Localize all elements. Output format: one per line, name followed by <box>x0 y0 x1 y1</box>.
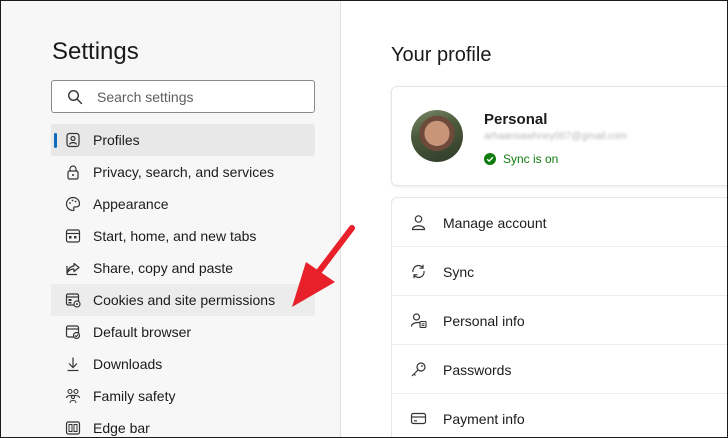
check-circle-icon <box>484 153 496 165</box>
profile-card: Personal arhaansawhney007@gmail.com Sync… <box>391 86 728 186</box>
payment-info-row[interactable]: Payment info <box>392 394 728 438</box>
card-icon <box>410 412 427 425</box>
sidebar-item-label: Share, copy and paste <box>93 260 234 276</box>
sidebar-item-label: Appearance <box>93 196 169 212</box>
menu-label: Passwords <box>443 362 512 378</box>
sidebar-item-label: Profiles <box>93 132 140 148</box>
profile-name: Personal <box>484 111 548 128</box>
search-icon <box>67 89 83 105</box>
sidebar-item-appearance[interactable]: Appearance <box>51 188 315 220</box>
sidebar-item-label: Family safety <box>93 388 176 404</box>
settings-nav: Profiles Privacy, search, and services A… <box>51 124 315 438</box>
lock-icon <box>67 165 79 180</box>
sidebar-item-label: Downloads <box>93 356 163 372</box>
profile-email: arhaansawhney007@gmail.com <box>484 131 628 142</box>
pane-divider <box>340 0 341 438</box>
menu-label: Payment info <box>443 411 525 427</box>
share-icon <box>66 262 80 276</box>
sync-status-text: Sync is on <box>503 152 559 166</box>
sidebar-item-label: Default browser <box>93 324 192 340</box>
sidebar-item-label: Privacy, search, and services <box>93 164 275 180</box>
browser-icon <box>65 325 81 340</box>
sidebar-item-privacy[interactable]: Privacy, search, and services <box>51 156 315 188</box>
key-icon <box>411 362 426 377</box>
profile-menu: Manage account Sync Personal info Passwo… <box>391 197 728 438</box>
sidebar-item-start-home-tabs[interactable]: Start, home, and new tabs <box>51 220 315 252</box>
menu-label: Sync <box>443 264 475 280</box>
edge-bar-icon <box>65 421 81 435</box>
personal-info-icon <box>410 313 427 329</box>
sidebar-item-profiles[interactable]: Profiles <box>51 124 315 156</box>
start-tabs-icon <box>65 229 81 243</box>
sidebar-item-share-copy-paste[interactable]: Share, copy and paste <box>51 252 315 284</box>
profiles-icon <box>66 132 80 148</box>
menu-label: Manage account <box>443 215 547 231</box>
cookies-icon <box>65 293 81 308</box>
sidebar-item-edge-bar[interactable]: Edge bar <box>51 412 315 438</box>
sidebar-item-label: Start, home, and new tabs <box>93 228 257 244</box>
passwords-row[interactable]: Passwords <box>392 345 728 394</box>
sidebar-item-label: Cookies and site permissions <box>93 292 276 308</box>
sidebar-item-default-browser[interactable]: Default browser <box>51 316 315 348</box>
sidebar-item-cookies-site-permissions[interactable]: Cookies and site permissions <box>51 284 315 316</box>
personal-info-row[interactable]: Personal info <box>392 296 728 345</box>
avatar[interactable] <box>411 110 463 162</box>
sync-row[interactable]: Sync <box>392 247 728 296</box>
sync-icon <box>412 264 425 279</box>
sidebar-item-downloads[interactable]: Downloads <box>51 348 315 380</box>
search-input[interactable] <box>97 87 302 107</box>
sidebar-item-label: Edge bar <box>93 420 150 436</box>
manage-account-row[interactable]: Manage account <box>392 198 728 247</box>
family-icon <box>65 388 81 404</box>
search-box[interactable] <box>51 80 315 113</box>
menu-label: Personal info <box>443 313 525 329</box>
person-icon <box>411 215 426 231</box>
page-title: Your profile <box>391 44 492 66</box>
settings-sidebar: Settings Profiles Privacy, search, and s… <box>0 0 341 438</box>
palette-icon <box>65 196 81 212</box>
download-icon <box>67 357 79 372</box>
sync-status: Sync is on <box>484 152 558 166</box>
sidebar-item-family-safety[interactable]: Family safety <box>51 380 315 412</box>
active-indicator <box>54 133 57 148</box>
settings-title: Settings <box>52 38 139 65</box>
